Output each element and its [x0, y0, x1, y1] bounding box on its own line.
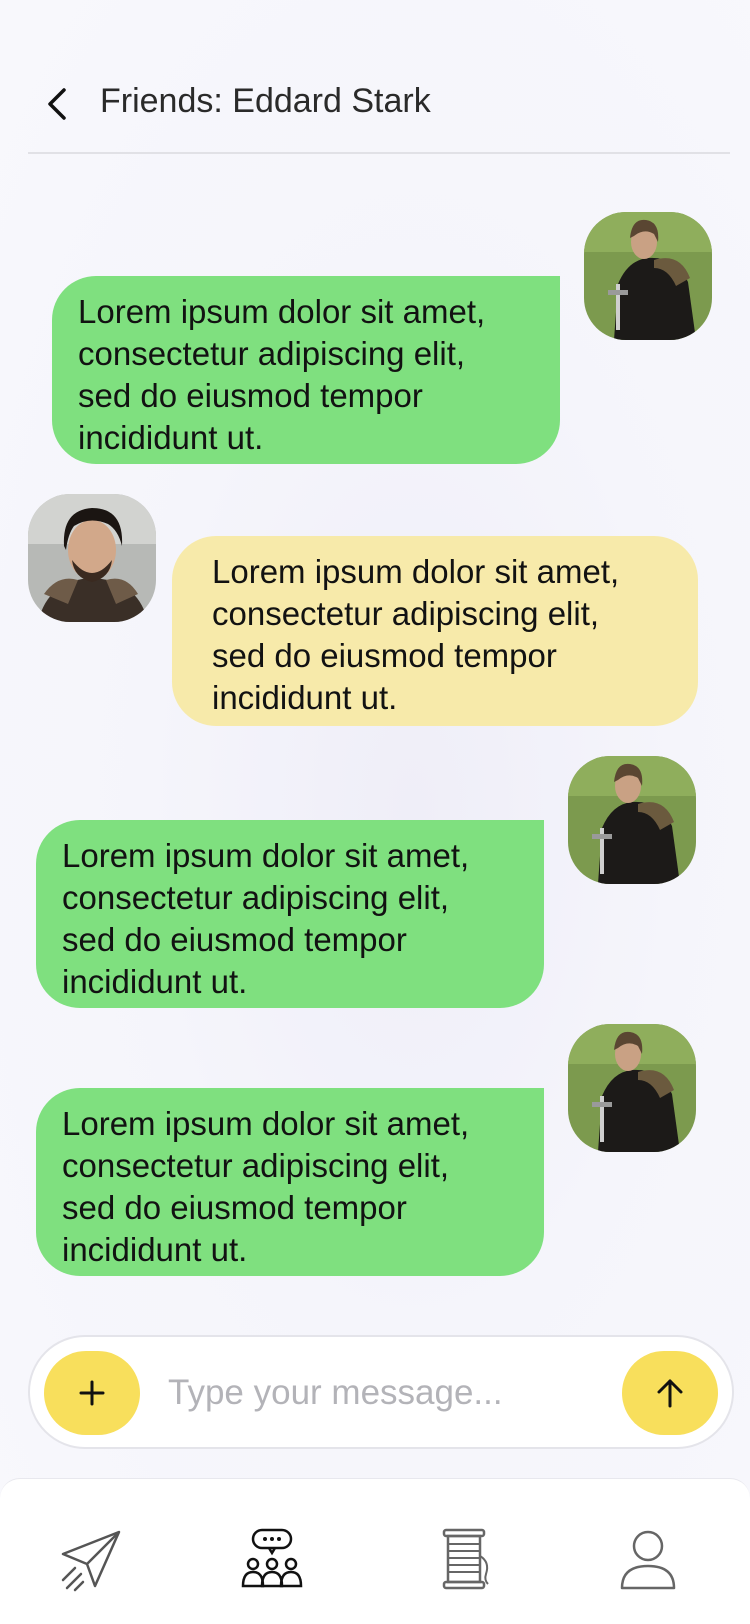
avatar-eddard-stark[interactable]: [568, 1024, 696, 1152]
page-title: Friends: Eddard Stark: [100, 82, 431, 120]
message-bubble[interactable]: Lorem ipsum dolor sit amet, consectetur …: [36, 1088, 544, 1276]
jon-snow-photo: [28, 494, 156, 622]
message-bubble[interactable]: Lorem ipsum dolor sit amet, consectetur …: [172, 536, 698, 726]
message-composer: [28, 1335, 734, 1449]
user-profile-icon: [620, 1530, 676, 1590]
message-text: Lorem ipsum dolor sit amet, consectetur …: [62, 1105, 470, 1268]
message-text: Lorem ipsum dolor sit amet, consectetur …: [78, 293, 486, 456]
add-attachment-button[interactable]: [44, 1351, 140, 1435]
avatar-eddard-stark[interactable]: [584, 212, 712, 340]
eddard-stark-photo: [568, 756, 696, 884]
tab-profile[interactable]: [608, 1519, 688, 1599]
avatar-eddard-stark[interactable]: [568, 756, 696, 884]
message-text: Lorem ipsum dolor sit amet, consectetur …: [212, 553, 620, 716]
chat-header: Friends: Eddard Stark: [28, 70, 730, 154]
tab-group-chat[interactable]: [232, 1519, 312, 1599]
send-button[interactable]: [622, 1351, 718, 1435]
message-text: Lorem ipsum dolor sit amet, consectetur …: [62, 837, 470, 1000]
bottom-tab-bar: [0, 1478, 750, 1624]
avatar-jon-snow[interactable]: [28, 494, 156, 622]
eddard-stark-photo: [568, 1024, 696, 1152]
tab-send[interactable]: [50, 1519, 130, 1599]
chevron-left-icon: [48, 88, 66, 120]
paper-plane-icon: [61, 1530, 121, 1592]
group-chat-icon: [241, 1528, 303, 1588]
message-input[interactable]: [168, 1361, 608, 1425]
back-button[interactable]: [38, 84, 78, 124]
thread-spool-icon: [442, 1528, 489, 1590]
tab-threads[interactable]: [426, 1519, 506, 1599]
arrow-up-icon: [657, 1379, 683, 1408]
eddard-stark-photo: [584, 212, 712, 340]
message-bubble[interactable]: Lorem ipsum dolor sit amet, consectetur …: [52, 276, 560, 464]
message-bubble[interactable]: Lorem ipsum dolor sit amet, consectetur …: [36, 820, 544, 1008]
plus-icon: [79, 1380, 105, 1406]
